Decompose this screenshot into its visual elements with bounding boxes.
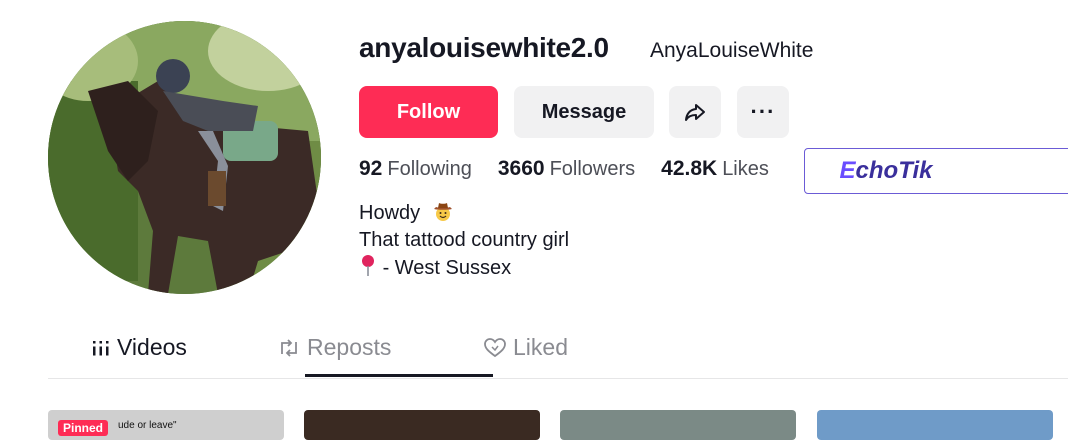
heart-icon [484, 337, 506, 357]
echotik-widget[interactable]: EchoTik [804, 148, 1068, 194]
cowboy-emoji-icon [433, 203, 452, 221]
username: anyalouisewhite2.0 [359, 32, 609, 63]
profile-tabs: Videos Reposts Liked [48, 328, 1068, 379]
video-thumbnail-2[interactable] [304, 410, 540, 440]
bio-location: - West Sussex [382, 257, 512, 279]
share-button[interactable] [669, 86, 721, 138]
bio-line-2: That tattood country girl [359, 229, 570, 251]
following-count: 92 [359, 157, 383, 180]
bio-greeting: Howdy [359, 202, 421, 224]
tab-reposts-label: Reposts [307, 334, 392, 360]
pin-icon [362, 255, 374, 276]
active-tab-indicator [305, 374, 493, 377]
grid-icon [93, 340, 109, 355]
follow-button[interactable]: Follow [359, 86, 498, 138]
nickname: AnyaLouiseWhite [650, 39, 814, 62]
video-thumbnail-1[interactable]: Pinned ude or leave" [48, 410, 284, 440]
following-stat[interactable]: 92 Following [359, 157, 472, 181]
tab-videos-label: Videos [117, 334, 187, 360]
tab-liked-label: Liked [513, 334, 568, 360]
followers-label: Followers [549, 158, 636, 180]
followers-stat[interactable]: 3660 Followers [498, 157, 635, 181]
likes-stat: 42.8K Likes [661, 157, 769, 181]
tab-videos[interactable]: Videos [92, 334, 187, 361]
following-label: Following [387, 158, 472, 180]
followers-count: 3660 [497, 157, 545, 180]
likes-count: 42.8K [661, 157, 718, 180]
video-thumbnail-3[interactable] [560, 410, 796, 440]
share-icon [685, 104, 705, 121]
video-thumbnail-4[interactable] [817, 410, 1053, 440]
avatar-photo [48, 21, 321, 294]
profile-avatar[interactable] [48, 21, 321, 294]
tab-reposts[interactable]: Reposts [278, 334, 391, 361]
tab-liked[interactable]: Liked [484, 334, 568, 361]
bio-line-1: Howdy [359, 200, 454, 227]
bio-line-3: - West Sussex [359, 254, 511, 282]
pinned-badge: Pinned [58, 420, 109, 436]
more-options-button[interactable]: ··· [737, 86, 789, 138]
profile-stats: 92 Following 3660 Followers 42.8K Likes [359, 152, 804, 186]
video-caption-1: ude or leave" [118, 420, 177, 431]
repost-icon [281, 338, 297, 357]
message-button[interactable]: Message [514, 86, 654, 138]
echotik-logo: EchoTik [839, 157, 933, 184]
likes-label: Likes [722, 158, 769, 180]
